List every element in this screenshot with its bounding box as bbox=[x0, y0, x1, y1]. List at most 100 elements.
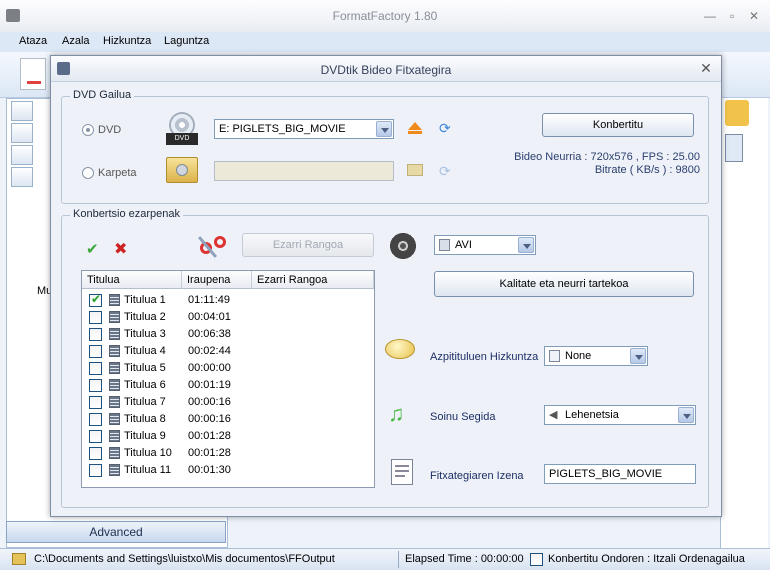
dvd-device-group: DVD Gailua DVD DVD E: PIGLETS_BIG_MOVIE … bbox=[61, 89, 709, 204]
minimize-icon[interactable]: — bbox=[703, 9, 717, 23]
title-checkbox[interactable] bbox=[89, 345, 102, 358]
title-duration: 00:02:44 bbox=[188, 345, 231, 357]
dialog-title: DVDtik Bideo Fitxategira bbox=[320, 63, 452, 77]
column-header-title[interactable]: Titulua bbox=[82, 271, 182, 289]
menubar: Ataza Azala Hizkuntza Laguntza bbox=[0, 32, 770, 52]
convert-button[interactable]: Konbertitu bbox=[542, 113, 694, 137]
dvd-dialog: DVDtik Bideo Fitxategira ✕ DVD Gailua DV… bbox=[50, 55, 722, 517]
title-duration: 00:01:28 bbox=[188, 430, 231, 442]
table-row[interactable]: Titulua 4 00:02:44 bbox=[82, 343, 374, 360]
format-value: AVI bbox=[455, 239, 472, 251]
title-checkbox[interactable] bbox=[89, 447, 102, 460]
table-row[interactable]: Titulua 5 00:00:00 bbox=[82, 360, 374, 377]
folder-large-icon bbox=[166, 157, 198, 183]
title-checkbox[interactable] bbox=[89, 413, 102, 426]
uncheck-all-icon[interactable]: ✖ bbox=[114, 242, 130, 258]
quality-size-button-label: Kalitate eta neurri tartekoa bbox=[499, 278, 629, 290]
office-icon[interactable] bbox=[725, 100, 749, 126]
right-panel bbox=[720, 98, 768, 548]
table-row[interactable]: Titulua 6 00:01:19 bbox=[82, 377, 374, 394]
dialog-close-icon[interactable]: ✕ bbox=[699, 61, 713, 75]
shutdown-checkbox[interactable] bbox=[530, 553, 543, 566]
menu-hizkuntza[interactable]: Hizkuntza bbox=[103, 35, 151, 47]
refresh-disabled-icon[interactable]: ⟳ bbox=[439, 164, 453, 178]
menu-ataza[interactable]: Ataza bbox=[19, 35, 47, 47]
dvd-drive-select[interactable]: E: PIGLETS_BIG_MOVIE bbox=[214, 119, 394, 139]
menu-laguntza[interactable]: Laguntza bbox=[164, 35, 209, 47]
close-icon[interactable]: ✕ bbox=[747, 9, 761, 23]
music-notes-icon: ♫ bbox=[388, 401, 405, 426]
table-row[interactable]: Titulua 11 00:01:30 bbox=[82, 462, 374, 479]
table-row[interactable]: Titulua 1 01:11:49 bbox=[82, 292, 374, 309]
eject-icon[interactable] bbox=[408, 122, 422, 134]
maximize-icon[interactable]: ▫ bbox=[725, 9, 739, 23]
refresh-icon[interactable]: ⟳ bbox=[439, 121, 453, 135]
chevron-down-icon[interactable] bbox=[678, 407, 694, 423]
video-tab-icon[interactable] bbox=[11, 101, 33, 121]
menu-azala[interactable]: Azala bbox=[62, 35, 90, 47]
title-duration: 00:00:16 bbox=[188, 396, 231, 408]
title-name: Titulua 6 bbox=[124, 379, 166, 391]
film-strip-icon bbox=[109, 413, 120, 425]
convert-button-label: Konbertitu bbox=[592, 119, 644, 131]
file-name-value: PIGLETS_BIG_MOVIE bbox=[549, 468, 663, 480]
title-name: Titulua 5 bbox=[124, 362, 166, 374]
column-header-set-range[interactable]: Ezarri Rangoa bbox=[252, 271, 374, 289]
title-checkbox[interactable] bbox=[89, 379, 102, 392]
dvd-radio[interactable] bbox=[82, 124, 94, 136]
document-icon[interactable] bbox=[20, 58, 46, 90]
title-checkbox[interactable] bbox=[89, 396, 102, 409]
title-checkbox[interactable] bbox=[89, 362, 102, 375]
picture-tab-icon[interactable] bbox=[11, 145, 33, 165]
table-row[interactable]: Titulua 9 00:01:28 bbox=[82, 428, 374, 445]
folder-icon[interactable] bbox=[12, 553, 26, 565]
subtitle-language-select[interactable]: None bbox=[544, 346, 648, 366]
dvd-radio-label: DVD bbox=[98, 124, 122, 136]
browse-folder-icon[interactable] bbox=[407, 164, 423, 176]
folder-radio-label: Karpeta bbox=[98, 167, 137, 179]
folder-path-input[interactable] bbox=[214, 161, 394, 181]
video-info-text: Bideo Neurria : 720x576 , FPS : 25.00 bbox=[514, 151, 700, 163]
rom-tab-icon[interactable] bbox=[11, 167, 33, 187]
film-reel-icon bbox=[389, 232, 417, 260]
title-checkbox[interactable] bbox=[89, 430, 102, 443]
title-duration: 00:01:28 bbox=[188, 447, 231, 459]
table-row[interactable]: Titulua 2 00:04:01 bbox=[82, 309, 374, 326]
audio-tab-icon[interactable] bbox=[11, 123, 33, 143]
title-checkbox[interactable] bbox=[89, 311, 102, 324]
format-select[interactable]: AVI bbox=[434, 235, 536, 255]
elapsed-time: Elapsed Time : 00:00:00 bbox=[405, 553, 524, 565]
file-name-input[interactable]: PIGLETS_BIG_MOVIE bbox=[544, 464, 696, 484]
set-range-button-label: Ezarri Rangoa bbox=[272, 239, 344, 251]
audio-track-select[interactable]: ◀ Lehenetsia bbox=[544, 405, 696, 425]
film-strip-icon bbox=[109, 328, 120, 340]
title-checkbox[interactable] bbox=[89, 292, 102, 307]
title-duration: 01:11:49 bbox=[188, 294, 231, 306]
title-name: Titulua 9 bbox=[124, 430, 166, 442]
subtitle-icon bbox=[385, 339, 417, 367]
table-row[interactable]: Titulua 7 00:00:16 bbox=[82, 394, 374, 411]
table-row[interactable]: Titulua 10 00:01:28 bbox=[82, 445, 374, 462]
title-name: Titulua 8 bbox=[124, 413, 166, 425]
table-row[interactable]: Titulua 3 00:06:38 bbox=[82, 326, 374, 343]
subtitle-language-value: None bbox=[565, 350, 592, 362]
film-strip-icon bbox=[109, 379, 120, 391]
table-row[interactable]: Titulua 8 00:00:16 bbox=[82, 411, 374, 428]
dvd-drive-value: E: PIGLETS_BIG_MOVIE bbox=[219, 123, 346, 135]
quality-size-button[interactable]: Kalitate eta neurri tartekoa bbox=[434, 271, 694, 297]
title-name: Titulua 1 bbox=[124, 294, 166, 306]
title-name: Titulua 4 bbox=[124, 345, 166, 357]
chevron-down-icon[interactable] bbox=[376, 121, 392, 137]
column-header-duration[interactable]: Iraupena bbox=[182, 271, 252, 289]
title-checkbox[interactable] bbox=[89, 328, 102, 341]
advanced-button[interactable]: Advanced bbox=[6, 521, 226, 543]
chevron-down-icon[interactable] bbox=[630, 348, 646, 364]
chevron-down-icon[interactable] bbox=[518, 237, 534, 253]
folder-radio[interactable] bbox=[82, 167, 94, 179]
music-file-icon[interactable] bbox=[725, 134, 743, 162]
titles-table: Titulua Iraupena Ezarri Rangoa Titulua 1… bbox=[81, 270, 375, 488]
set-range-button[interactable]: Ezarri Rangoa bbox=[242, 233, 374, 257]
title-checkbox[interactable] bbox=[89, 464, 102, 477]
scissors-icon[interactable] bbox=[197, 232, 228, 262]
check-all-icon[interactable]: ✔ bbox=[86, 242, 102, 257]
